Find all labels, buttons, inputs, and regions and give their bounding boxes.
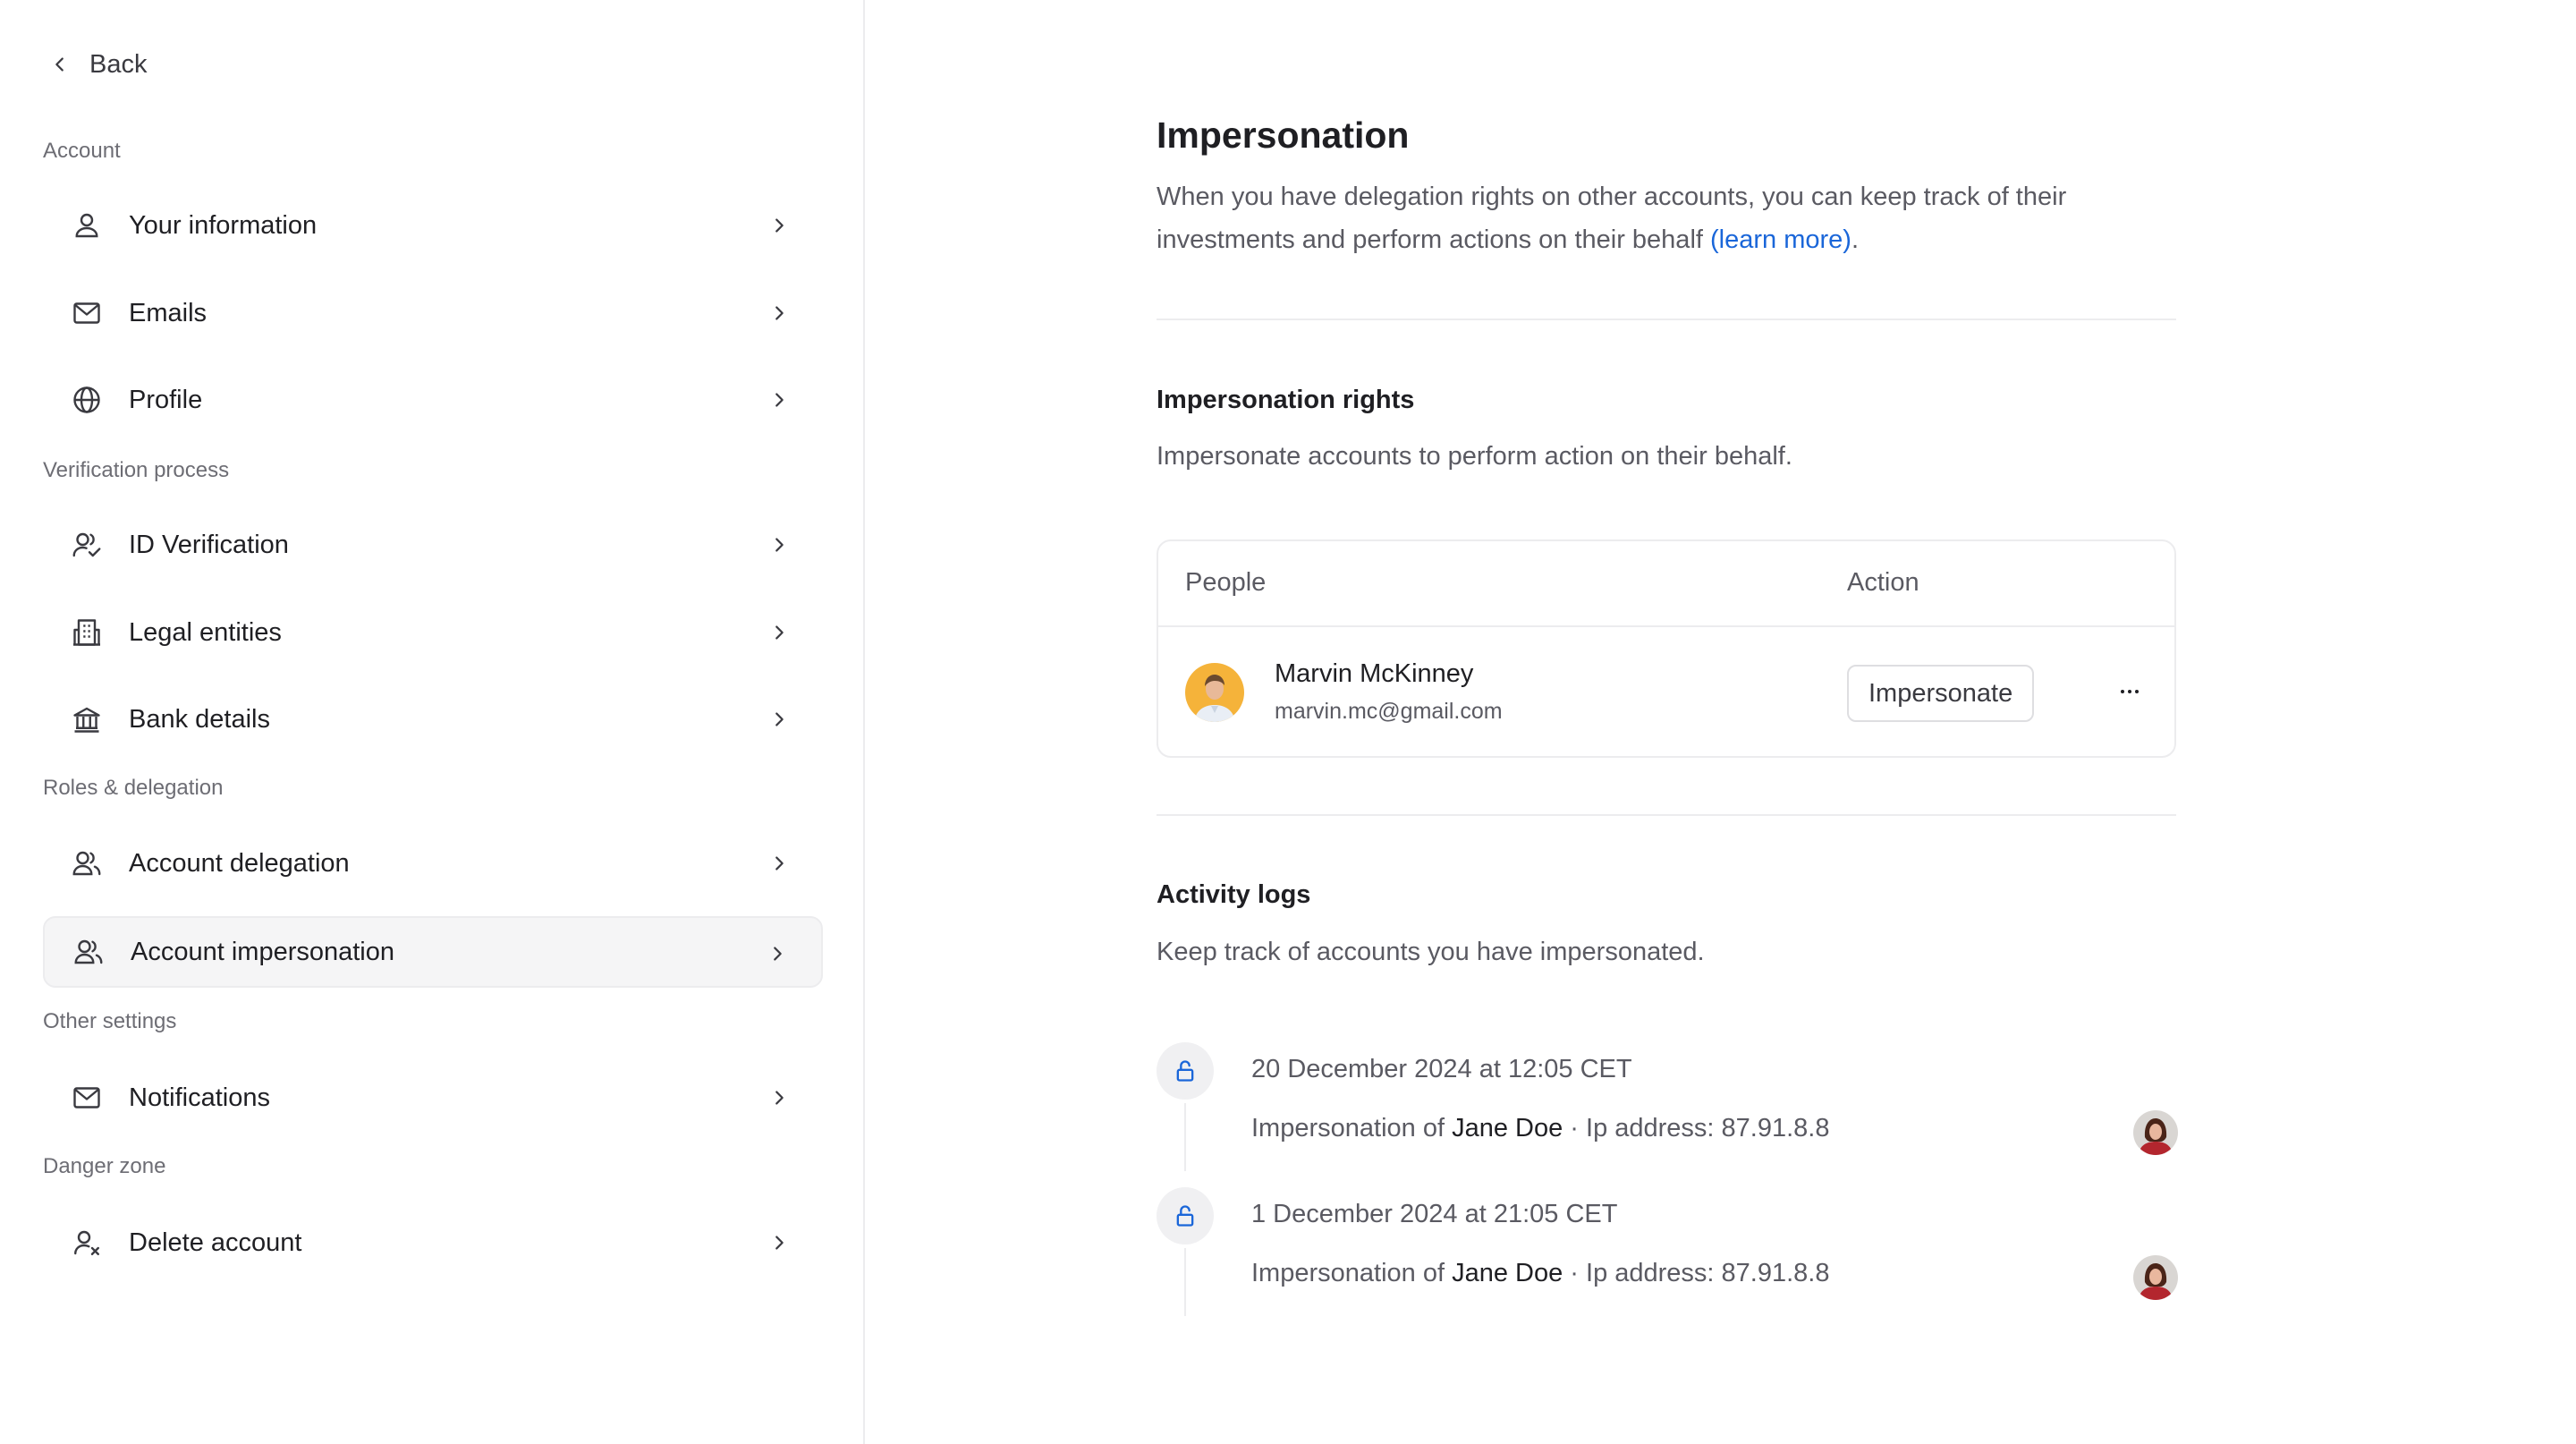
section-label-verification: Verification process (43, 458, 230, 482)
settings-sidebar: Back Account Your information Emails Pro… (0, 0, 865, 1444)
section-label-danger: Danger zone (43, 1154, 166, 1178)
sidebar-item-your-information[interactable]: Your information (43, 190, 823, 261)
chevron-right-icon (775, 712, 784, 726)
user-x-icon (70, 1226, 104, 1260)
users-icon (70, 846, 104, 880)
table-header: People Action (1158, 541, 2174, 627)
section-label-account: Account (43, 139, 121, 163)
chevron-right-icon (775, 856, 784, 871)
sidebar-item-label: Profile (129, 385, 203, 414)
sidebar-item-legal-entities[interactable]: Legal entities (43, 597, 823, 668)
chevron-right-icon (774, 947, 782, 961)
log-date: 20 December 2024 at 12:05 CET (1251, 1055, 1632, 1083)
log-ip: · Ip address: 87.91.8.8 (1563, 1259, 1830, 1287)
chevron-right-icon (775, 1236, 784, 1250)
log-description: Impersonation of Jane Doe · Ip address: … (1251, 1259, 1829, 1288)
person-email: marvin.mc@gmail.com (1275, 699, 1503, 724)
log-person: Jane Doe (1452, 1259, 1563, 1287)
section-label-other: Other settings (43, 1009, 177, 1033)
log-date: 1 December 2024 at 21:05 CET (1251, 1200, 1618, 1228)
sidebar-item-account-impersonation[interactable]: Account impersonation (43, 916, 823, 988)
sidebar-item-emails[interactable]: Emails (43, 277, 823, 349)
log-prefix: Impersonation of (1251, 1114, 1453, 1142)
log-ip: · Ip address: 87.91.8.8 (1563, 1114, 1830, 1142)
sidebar-item-label: Delete account (129, 1227, 302, 1257)
sidebar-item-account-delegation[interactable]: Account delegation (43, 828, 823, 899)
section-label-roles: Roles & delegation (43, 776, 224, 800)
unlock-icon (1157, 1042, 1214, 1100)
sidebar-item-notifications[interactable]: Notifications (43, 1062, 823, 1134)
rights-title: Impersonation rights (1157, 386, 1415, 414)
chevron-right-icon (775, 306, 784, 320)
back-button[interactable]: Back (50, 45, 147, 84)
sidebar-item-bank-details[interactable]: Bank details (43, 684, 823, 755)
chevron-left-icon (55, 57, 64, 72)
avatar (2133, 1110, 2178, 1155)
chevron-right-icon (775, 625, 784, 640)
sidebar-item-label: Account impersonation (131, 937, 394, 966)
logs-subtitle: Keep track of accounts you have imperson… (1157, 938, 1705, 966)
divider (1157, 319, 2176, 320)
rights-subtitle: Impersonate accounts to perform action o… (1157, 442, 1792, 471)
log-description: Impersonation of Jane Doe · Ip address: … (1251, 1114, 1829, 1143)
page-description: When you have delegation rights on other… (1157, 175, 2176, 261)
chevron-right-icon (775, 538, 784, 552)
more-options-icon[interactable] (2112, 674, 2148, 709)
table-row: Marvin McKinney marvin.mc@gmail.com Impe… (1158, 627, 2174, 758)
impersonate-button[interactable]: Impersonate (1847, 665, 2035, 722)
sidebar-item-profile[interactable]: Profile (43, 364, 823, 436)
chevron-right-icon (775, 393, 784, 407)
person-name: Marvin McKinney (1275, 659, 1474, 688)
unlock-icon (1157, 1187, 1214, 1244)
timeline-line (1184, 1103, 1186, 1171)
log-prefix: Impersonation of (1251, 1259, 1453, 1287)
avatar (2133, 1255, 2178, 1300)
logs-title: Activity logs (1157, 880, 1311, 909)
learn-more-link[interactable]: (learn more) (1710, 225, 1852, 254)
bank-icon (70, 702, 104, 736)
divider (1157, 814, 2176, 816)
page-title: Impersonation (1157, 115, 1410, 156)
mail-icon (70, 1081, 104, 1115)
avatar (1185, 663, 1244, 722)
mail-icon (70, 296, 104, 330)
people-table: People Action Marvin McKinney marvin.mc@… (1157, 539, 2176, 758)
timeline-line (1184, 1248, 1186, 1316)
sidebar-item-label: Emails (129, 298, 208, 327)
column-header-action: Action (1847, 568, 1919, 597)
building-icon (70, 616, 104, 650)
back-label: Back (89, 49, 148, 79)
sidebar-item-delete-account[interactable]: Delete account (43, 1207, 823, 1278)
globe-icon (70, 383, 104, 417)
sidebar-item-label: Bank details (129, 704, 270, 734)
sidebar-item-label: ID Verification (129, 530, 289, 559)
column-header-people: People (1185, 568, 1267, 597)
sidebar-item-label: Legal entities (129, 617, 282, 647)
log-person: Jane Doe (1452, 1114, 1563, 1142)
description-text: When you have delegation rights on other… (1157, 183, 2067, 254)
description-end: . (1851, 225, 1859, 254)
user-check-icon (70, 528, 104, 562)
sidebar-item-label: Your information (129, 210, 318, 240)
sidebar-item-label: Notifications (129, 1083, 270, 1112)
chevron-right-icon (775, 218, 784, 233)
sidebar-item-label: Account delegation (129, 848, 350, 878)
sidebar-item-id-verification[interactable]: ID Verification (43, 509, 823, 581)
chevron-right-icon (775, 1091, 784, 1105)
users-icon (72, 935, 106, 969)
user-icon (70, 208, 104, 242)
